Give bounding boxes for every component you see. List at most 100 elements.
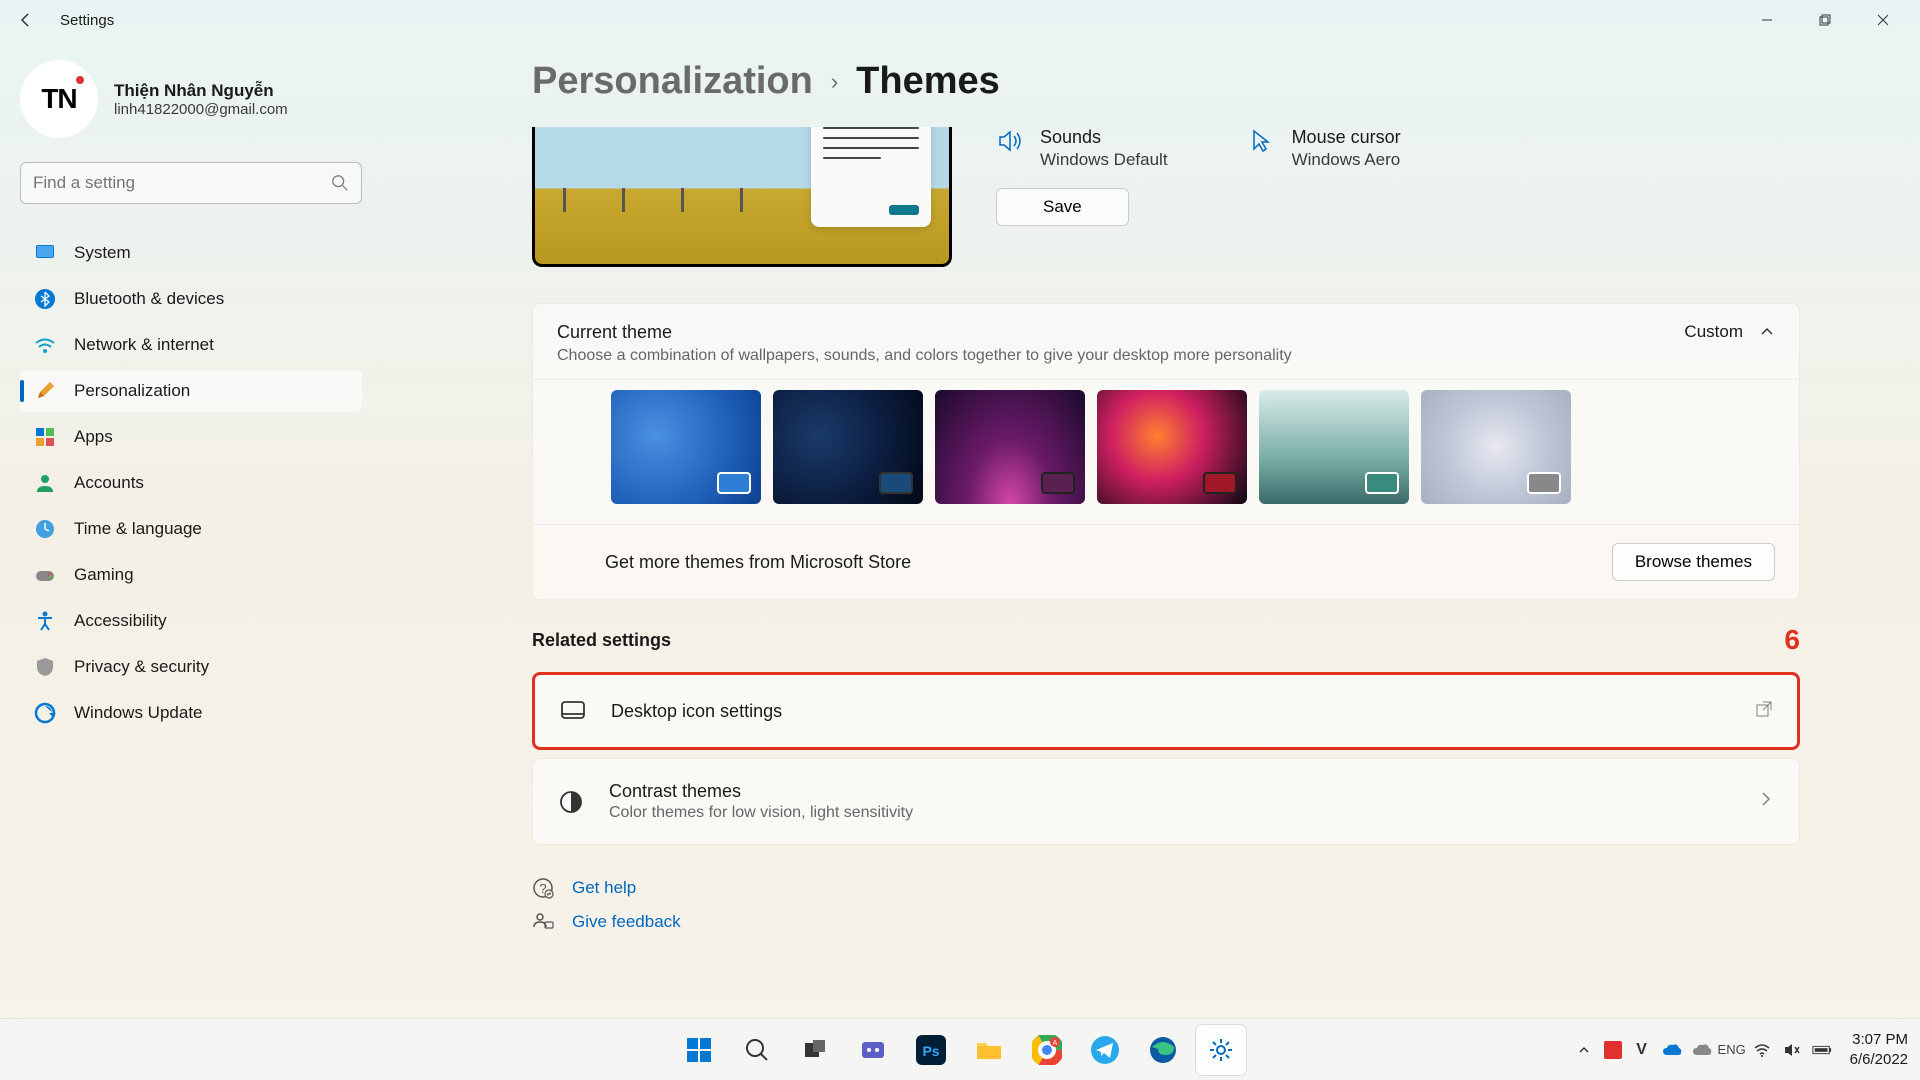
taskbar-telegram[interactable] <box>1080 1025 1130 1075</box>
sounds-option[interactable]: Sounds Windows Default <box>996 127 1168 170</box>
related-item-desc: Color themes for low vision, light sensi… <box>609 804 913 822</box>
cursor-option[interactable]: Mouse cursor Windows Aero <box>1248 127 1401 226</box>
clock-time: 3:07 PM <box>1850 1030 1908 1050</box>
theme-preview <box>532 127 952 267</box>
taskbar-taskview[interactable] <box>790 1025 840 1075</box>
theme-tile[interactable] <box>1097 390 1247 504</box>
apps-icon <box>34 426 56 448</box>
cursor-title: Mouse cursor <box>1292 127 1401 148</box>
maximize-icon <box>1819 14 1831 26</box>
start-button[interactable] <box>674 1025 724 1075</box>
maximize-button[interactable] <box>1796 0 1854 40</box>
taskbar-photoshop[interactable]: Ps <box>906 1025 956 1075</box>
profile-block[interactable]: TN Thiện Nhân Nguyễn linh41822000@gmail.… <box>20 60 362 138</box>
breadcrumb: Personalization › Themes <box>532 60 1860 103</box>
arrow-left-icon <box>18 12 34 28</box>
nav-label: Time & language <box>74 519 202 539</box>
nav-personalization[interactable]: Personalization <box>20 370 362 412</box>
tray-onedrive[interactable] <box>1662 1040 1682 1060</box>
wifi-icon <box>34 334 56 356</box>
search-input[interactable] <box>33 173 331 193</box>
nav-system[interactable]: System <box>20 232 362 274</box>
sounds-title: Sounds <box>1040 127 1168 148</box>
related-item-title: Desktop icon settings <box>611 701 782 722</box>
contrast-icon <box>557 788 585 816</box>
current-theme-selected: Custom <box>1684 322 1743 342</box>
nav-label: Accounts <box>74 473 144 493</box>
nav-label: Windows Update <box>74 703 203 723</box>
gear-icon <box>1207 1036 1235 1064</box>
current-theme-desc: Choose a combination of wallpapers, soun… <box>557 347 1292 365</box>
nav-label: Network & internet <box>74 335 214 355</box>
help-link-label: Give feedback <box>572 912 681 932</box>
tray-volume[interactable] <box>1782 1040 1802 1060</box>
tray-wifi[interactable] <box>1752 1040 1772 1060</box>
contrast-themes-link[interactable]: Contrast themes Color themes for low vis… <box>532 758 1800 845</box>
minimize-icon <box>1761 14 1773 26</box>
sounds-value: Windows Default <box>1040 150 1168 170</box>
search-icon <box>331 174 349 192</box>
tray-clock[interactable]: 3:07 PM 6/6/2022 <box>1850 1030 1908 1069</box>
related-item-title: Contrast themes <box>609 781 913 802</box>
nav-accessibility[interactable]: Accessibility <box>20 600 362 642</box>
search-input-wrapper[interactable] <box>20 162 362 204</box>
tray-chevron[interactable] <box>1574 1040 1594 1060</box>
taskbar-explorer[interactable] <box>964 1025 1014 1075</box>
edge-icon <box>1148 1035 1178 1065</box>
breadcrumb-parent[interactable]: Personalization <box>532 60 813 103</box>
system-tray: V ENG 3:07 PM 6/6/2022 <box>1574 1030 1908 1069</box>
nav-network[interactable]: Network & internet <box>20 324 362 366</box>
folder-icon <box>974 1035 1004 1065</box>
get-help-link[interactable]: ? Get help <box>532 871 1860 905</box>
chevron-up-icon <box>1759 324 1775 340</box>
chrome-icon: A <box>1032 1035 1062 1065</box>
nav-privacy[interactable]: Privacy & security <box>20 646 362 688</box>
taskbar-chrome[interactable]: A <box>1022 1025 1072 1075</box>
nav-time[interactable]: Time & language <box>20 508 362 550</box>
tray-battery[interactable] <box>1812 1040 1832 1060</box>
tray-input[interactable]: ENG <box>1722 1040 1742 1060</box>
theme-tile[interactable] <box>773 390 923 504</box>
cloud-icon <box>1692 1043 1712 1057</box>
taskbar-settings[interactable] <box>1196 1025 1246 1075</box>
avatar-text: TN <box>41 83 76 115</box>
theme-tile[interactable] <box>611 390 761 504</box>
shield-icon <box>34 656 56 678</box>
nav-label: Personalization <box>74 381 190 401</box>
nav-label: System <box>74 243 131 263</box>
minimize-button[interactable] <box>1738 0 1796 40</box>
gamepad-icon <box>34 564 56 586</box>
theme-tile[interactable] <box>1259 390 1409 504</box>
theme-expand-toggle[interactable]: Custom <box>1684 322 1775 342</box>
volume-mute-icon <box>1783 1041 1801 1059</box>
nav-bluetooth[interactable]: Bluetooth & devices <box>20 278 362 320</box>
profile-name: Thiện Nhân Nguyễn <box>114 81 288 101</box>
nav-list: System Bluetooth & devices Network & int… <box>20 232 362 734</box>
nav-accounts[interactable]: Accounts <box>20 462 362 504</box>
desktop-icon <box>559 697 587 725</box>
taskbar-chat[interactable] <box>848 1025 898 1075</box>
save-button[interactable]: Save <box>996 188 1129 226</box>
help-link-label: Get help <box>572 878 636 898</box>
theme-tile[interactable] <box>935 390 1085 504</box>
tray-weather[interactable] <box>1692 1040 1712 1060</box>
nav-label: Bluetooth & devices <box>74 289 224 309</box>
breadcrumb-current: Themes <box>856 60 1000 103</box>
tray-app1[interactable] <box>1604 1041 1622 1059</box>
battery-icon <box>1812 1043 1832 1057</box>
person-icon <box>34 472 56 494</box>
back-button[interactable] <box>8 2 44 38</box>
taskbar-edge[interactable] <box>1138 1025 1188 1075</box>
store-text: Get more themes from Microsoft Store <box>605 552 911 573</box>
desktop-icon-settings-link[interactable]: Desktop icon settings <box>532 672 1800 750</box>
nav-apps[interactable]: Apps <box>20 416 362 458</box>
taskbar-search[interactable] <box>732 1025 782 1075</box>
close-button[interactable] <box>1854 0 1912 40</box>
telegram-icon <box>1090 1035 1120 1065</box>
browse-themes-button[interactable]: Browse themes <box>1612 543 1775 581</box>
nav-update[interactable]: Windows Update <box>20 692 362 734</box>
tray-app2[interactable]: V <box>1632 1040 1652 1060</box>
nav-gaming[interactable]: Gaming <box>20 554 362 596</box>
theme-tile[interactable] <box>1421 390 1571 504</box>
give-feedback-link[interactable]: Give feedback <box>532 905 1860 939</box>
